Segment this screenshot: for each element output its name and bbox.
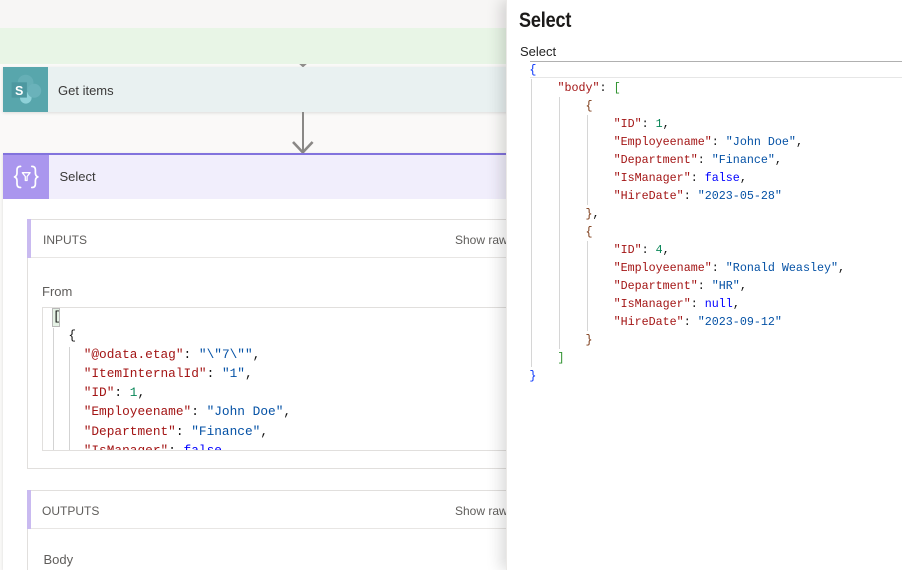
svg-text:S: S (15, 84, 23, 98)
